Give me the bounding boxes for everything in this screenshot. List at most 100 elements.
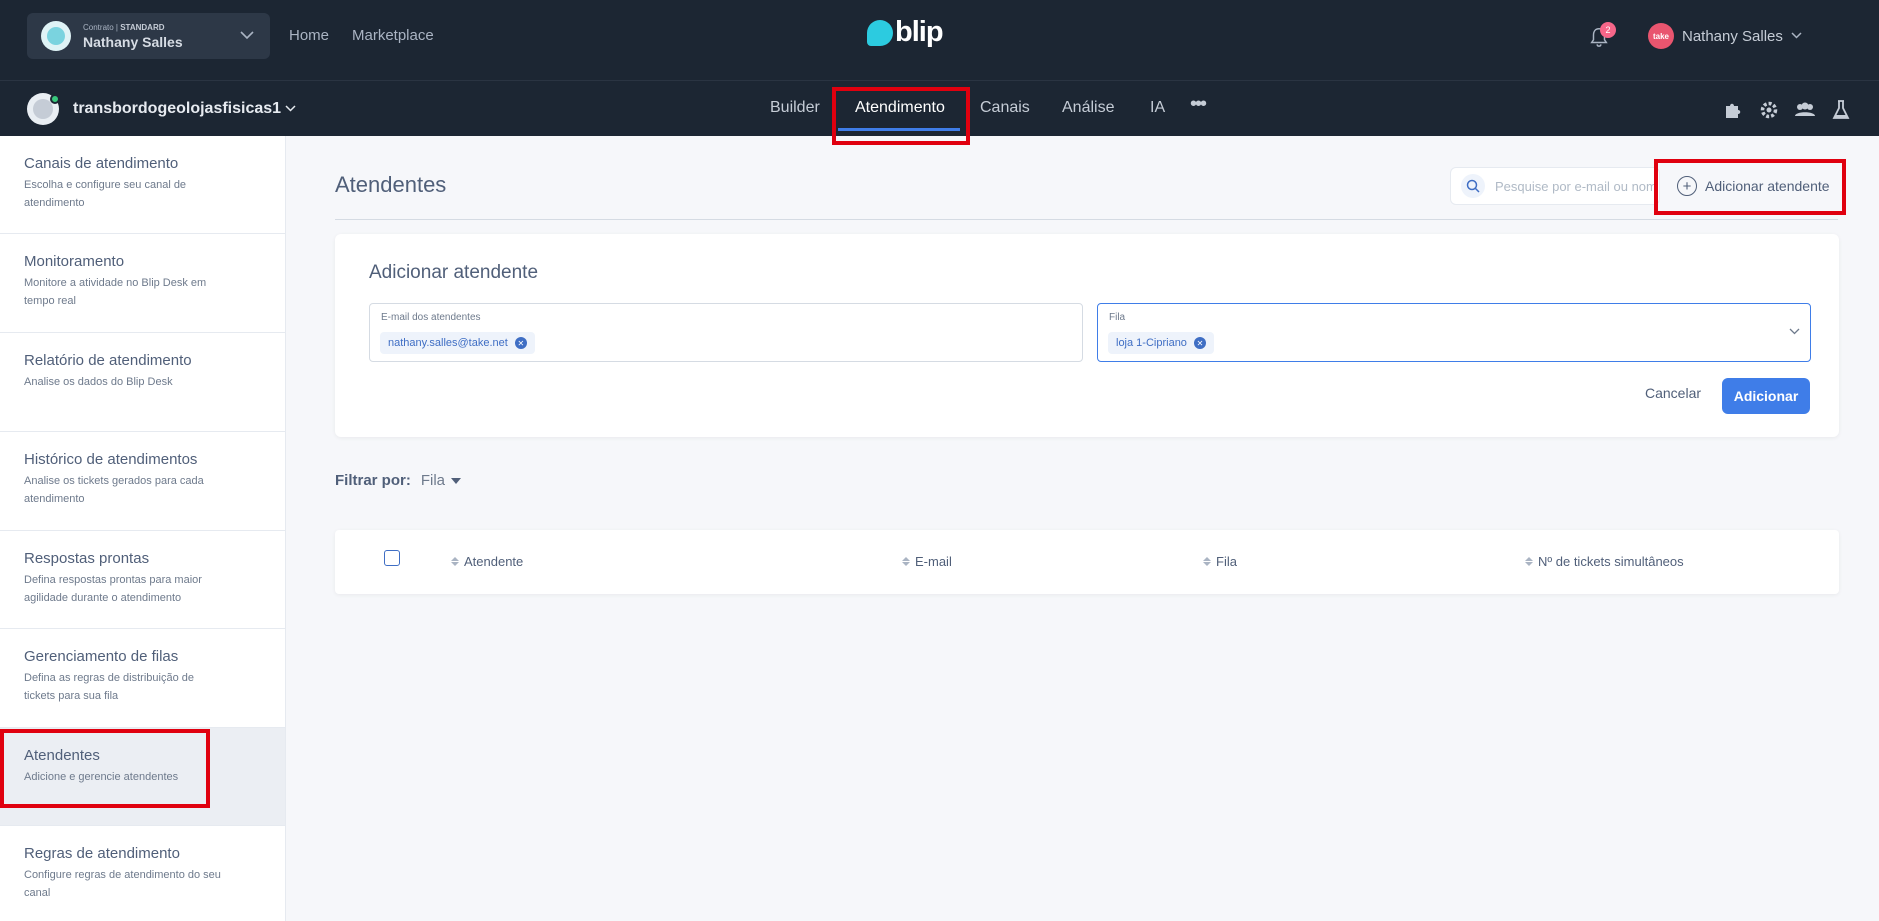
active-tab-indicator (838, 128, 960, 131)
title-divider (335, 219, 1838, 220)
bot-name: transbordogeolojasfisicas1 (73, 100, 282, 117)
sidebar-item-title: Histórico de atendimentos (24, 451, 198, 468)
sidebar-item-relatorio-de-atendimento[interactable]: Relatório de atendimento Analise os dado… (0, 333, 285, 432)
chevron-down-icon (285, 103, 296, 115)
top-bar: Contrato | STANDARD Nathany Salles Home … (0, 0, 1879, 80)
search-input[interactable] (1495, 178, 1655, 194)
queue-field[interactable]: Fila loja 1-Cipriano ✕ (1097, 303, 1811, 362)
sidebar-item-monitoramento[interactable]: Monitoramento Monitore a atividade no Bl… (0, 234, 285, 333)
online-status-dot (50, 94, 60, 104)
search-icon (1461, 174, 1485, 198)
sort-icon (1203, 557, 1211, 566)
contract-label: Contrato (83, 22, 114, 32)
column-header-atendente[interactable]: Atendente (451, 554, 523, 569)
plus-circle-icon: + (1677, 176, 1697, 196)
sidebar-item-description: Defina respostas prontas para maior agil… (24, 574, 202, 604)
attendants-table: Atendente E-mail Fila Nº de tickets simu… (335, 530, 1839, 594)
filter-label: Filtrar por: (335, 472, 411, 489)
cancel-button[interactable]: Cancelar (1645, 385, 1701, 401)
tab-atendimento[interactable]: Atendimento (855, 99, 945, 117)
sidebar-item-regras-de-atendimento[interactable]: Regras de atendimento Configure regras d… (0, 826, 285, 921)
notifications-button[interactable]: 2 (1588, 22, 1616, 50)
filter-select[interactable]: Fila (421, 472, 445, 489)
queue-field-label: Fila (1109, 312, 1126, 323)
column-header-label: Fila (1216, 554, 1237, 569)
sidebar-item-title: Atendentes (24, 747, 100, 764)
sidebar-item-title: Relatório de atendimento (24, 352, 192, 369)
select-all-checkbox[interactable] (384, 550, 400, 566)
page-title: Atendentes (335, 172, 447, 197)
sidebar-item-title: Respostas prontas (24, 550, 150, 567)
email-field[interactable]: E-mail dos atendentes nathany.salles@tak… (369, 303, 1083, 362)
close-icon[interactable]: ✕ (1193, 337, 1206, 349)
sidebar-item-historico-de-atendimentos[interactable]: Histórico de atendimentos Analise os tic… (0, 432, 285, 531)
filter-bar: Filtrar por: Fila (335, 472, 462, 489)
tab-analise[interactable]: Análise (1062, 99, 1114, 117)
sidebar-item-description: Defina as regras de distribuição de tick… (24, 672, 194, 702)
column-header-label: E-mail (915, 554, 952, 569)
contract-selector[interactable]: Contrato | STANDARD Nathany Salles (27, 13, 270, 59)
contract-avatar (41, 21, 71, 51)
team-icon[interactable] (1794, 100, 1816, 122)
sidebar-item-description: Analise os dados do Blip Desk (24, 376, 173, 388)
sidebar-item-atendentes[interactable]: Atendentes Adicione e gerencie atendente… (0, 728, 285, 826)
tab-canais[interactable]: Canais (980, 99, 1030, 117)
sidebar: Canais de atendimento Escolha e configur… (0, 136, 286, 921)
notification-badge: 2 (1600, 22, 1616, 38)
logo-text: blip (895, 16, 944, 48)
queue-chip: loja 1-Cipriano ✕ (1108, 332, 1214, 354)
bot-avatar (27, 93, 60, 125)
contract-plan: STANDARD (120, 22, 165, 32)
puzzle-icon[interactable] (1722, 100, 1744, 122)
sort-icon (1525, 557, 1533, 566)
sidebar-item-title: Monitoramento (24, 253, 125, 270)
chevron-down-icon (1791, 30, 1802, 42)
queue-chip-text: loja 1-Cipriano (1116, 337, 1187, 349)
sidebar-item-respostas-prontas[interactable]: Respostas prontas Defina respostas pront… (0, 531, 285, 629)
user-name: Nathany Salles (1682, 27, 1783, 45)
sidebar-item-description: Escolha e configure seu canal de atendim… (24, 179, 187, 209)
more-tabs-button[interactable]: ••• (1190, 93, 1207, 116)
search-box (1450, 167, 1660, 205)
flask-icon[interactable] (1830, 100, 1852, 122)
add-attendant-form: Adicionar atendente E-mail dos atendente… (335, 234, 1839, 437)
tab-ia[interactable]: IA (1150, 99, 1165, 117)
sidebar-item-canais-de-atendimento[interactable]: Canais de atendimento Escolha e configur… (0, 136, 285, 234)
submit-add-button[interactable]: Adicionar (1722, 378, 1810, 414)
nav-marketplace[interactable]: Marketplace (352, 27, 434, 44)
tab-builder[interactable]: Builder (770, 99, 820, 117)
gear-icon[interactable] (1758, 100, 1780, 122)
email-chip-text: nathany.salles@take.net (388, 337, 508, 349)
sidebar-item-title: Canais de atendimento (24, 155, 179, 172)
add-attendant-label: Adicionar atendente (1705, 178, 1830, 194)
sidebar-item-title: Gerenciamento de filas (24, 648, 179, 665)
chevron-down-icon[interactable] (1789, 324, 1800, 338)
blip-logo[interactable]: blip (867, 16, 944, 49)
caret-down-icon[interactable] (451, 477, 462, 484)
sort-icon (451, 557, 459, 566)
user-menu[interactable]: take Nathany Salles (1648, 23, 1802, 49)
sort-icon (902, 557, 910, 566)
add-attendant-button[interactable]: + Adicionar atendente (1662, 167, 1842, 205)
column-header-label: Atendente (464, 554, 524, 569)
sidebar-item-description: Analise os tickets gerados para cada ate… (24, 475, 204, 505)
logo-bubble-icon (867, 19, 893, 46)
email-field-label: E-mail dos atendentes (381, 312, 481, 323)
sidebar-item-gerenciamento-de-filas[interactable]: Gerenciamento de filas Defina as regras … (0, 629, 285, 728)
nav-home[interactable]: Home (289, 27, 329, 44)
chevron-down-icon (240, 27, 254, 43)
bot-selector[interactable]: transbordogeolojasfisicas1 (27, 93, 296, 125)
email-chip: nathany.salles@take.net ✕ (380, 332, 535, 354)
column-header-label: Nº de tickets simultâneos (1538, 554, 1684, 569)
column-header-tickets[interactable]: Nº de tickets simultâneos (1525, 554, 1684, 569)
sidebar-item-description: Monitore a atividade no Blip Desk em tem… (24, 277, 207, 307)
column-header-email[interactable]: E-mail (902, 554, 952, 569)
close-icon[interactable]: ✕ (514, 337, 527, 349)
sidebar-item-title: Regras de atendimento (24, 845, 180, 862)
column-header-fila[interactable]: Fila (1203, 554, 1237, 569)
avatar: take (1648, 23, 1674, 49)
sidebar-item-description: Adicione e gerencie atendentes (24, 771, 179, 783)
sidebar-item-description: Configure regras de atendimento do seu c… (24, 869, 221, 899)
form-title: Adicionar atendente (369, 262, 539, 283)
contract-user: Nathany Salles (83, 33, 183, 50)
